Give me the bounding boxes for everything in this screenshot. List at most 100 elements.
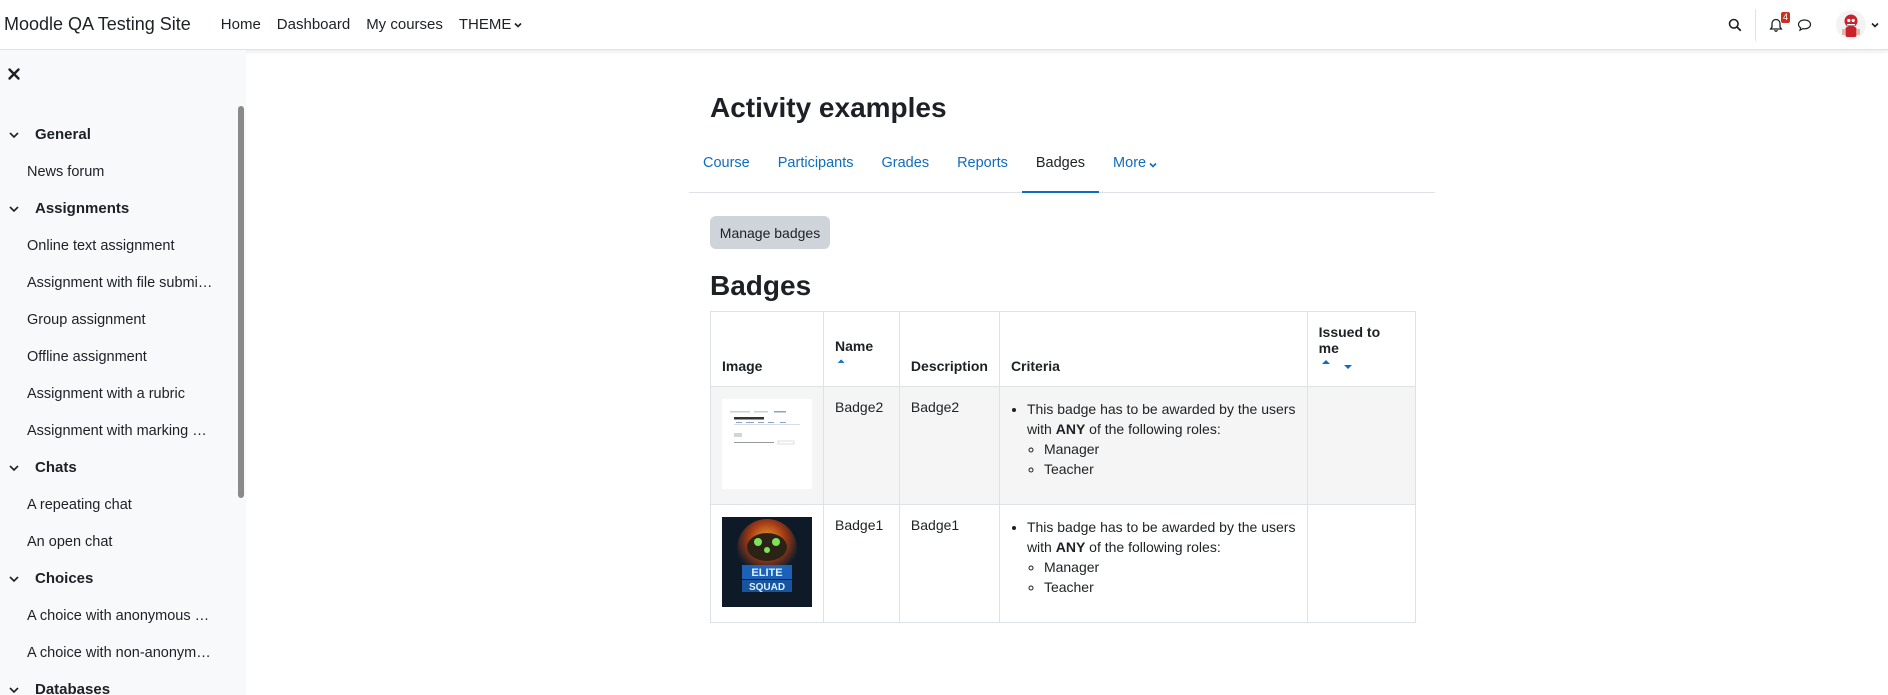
search-icon [1728,18,1742,32]
activity-choice-non-anonymous[interactable]: A choice with non-anonym… [0,634,240,671]
badge-issued-to-me [1306,504,1417,623]
notification-count-badge: 4 [1780,12,1790,23]
criteria-role: Teacher [1044,577,1296,597]
badge2-image[interactable] [722,399,812,489]
svg-text:ELITE: ELITE [751,567,782,579]
tab-label: More [1113,155,1147,171]
messages-button[interactable] [1790,11,1818,39]
chevron-down-icon [1149,162,1157,168]
tab-label: Grades [881,155,930,171]
badge-description: Badge1 [898,504,1000,623]
section-choices[interactable]: Choices [0,560,240,597]
section-title: Choices [35,570,94,587]
section-title: General [35,126,91,143]
badge-name[interactable]: Badge2 [823,386,900,505]
tab-course[interactable]: Course [689,144,764,192]
criteria-role: Teacher [1044,459,1296,479]
tab-label: Course [703,155,750,171]
criteria-any: ANY [1055,539,1086,555]
badge-criteria: This badge has to be awarded by the user… [998,386,1308,505]
tab-label: Badges [1035,155,1086,171]
section-title: Assignments [35,200,130,217]
tab-label: Participants [777,155,854,171]
section-chats[interactable]: Chats [0,449,240,486]
tab-reports[interactable]: Reports [943,144,1022,192]
nav-theme-menu[interactable]: THEME [451,16,532,33]
badge-issued-to-me [1306,386,1417,505]
activity-group-assignment[interactable]: Group assignment [0,301,240,338]
chevron-down-icon [514,22,522,28]
notifications-button[interactable]: 4 [1762,11,1790,39]
tab-label: Reports [957,155,1008,171]
avatar[interactable] [1836,10,1866,40]
navbar-divider [1755,9,1756,41]
badge1-image[interactable]: ELITE SQUAD [722,517,812,607]
section-databases[interactable]: Databases [0,671,240,695]
activity-offline-assignment[interactable]: Offline assignment [0,338,240,375]
sort-icons[interactable] [1319,358,1359,374]
badge-description: Badge2 [898,386,1000,505]
chat-icon [1797,19,1811,32]
badge-name[interactable]: Badge1 [823,504,900,623]
section-assignments[interactable]: Assignments [0,190,240,227]
chevron-down-icon[interactable] [8,462,20,474]
section-title: Chats [35,459,77,476]
activity-open-chat[interactable]: An open chat [0,523,240,560]
activity-repeating-chat[interactable]: A repeating chat [0,486,240,523]
criteria-any: ANY [1055,421,1086,437]
section-general[interactable]: General [0,116,240,153]
sort-ascending-icon[interactable] [835,356,849,368]
header-criteria: Criteria [998,311,1308,387]
top-navbar: Moodle QA Testing Site Home Dashboard My… [0,0,1888,50]
criteria-role: Manager [1044,557,1296,577]
nav-theme-label: THEME [458,16,512,33]
header-name[interactable]: Name [823,311,900,387]
tab-badges[interactable]: Badges [1021,144,1100,193]
chevron-down-icon[interactable] [8,129,20,141]
activity-news-forum[interactable]: News forum [0,153,240,190]
criteria-suffix: of the following roles: [1085,421,1221,437]
tab-participants[interactable]: Participants [764,144,868,192]
activity-assignment-rubric[interactable]: Assignment with a rubric [0,375,240,412]
user-tools: 4 [1721,0,1888,50]
activity-online-text-assignment[interactable]: Online text assignment [0,227,240,264]
course-index: General News forum Assignments Online te… [0,116,240,695]
badges-heading: Badges [710,270,812,301]
nav-home[interactable]: Home [213,16,269,33]
table-row: Badge2 Badge2 This badge has to be award… [710,386,1417,505]
chevron-down-icon[interactable] [8,573,20,585]
badge-criteria: This badge has to be awarded by the user… [998,504,1308,623]
user-menu-chevron-down-icon[interactable] [1870,20,1880,30]
badges-table: Image Name Description Criteria Issued t… [710,311,1417,623]
site-name[interactable]: Moodle QA Testing Site [4,14,191,35]
header-issued-to-me[interactable]: Issued to me [1306,311,1417,387]
criteria-text: This badge has to be awarded by the user… [1027,399,1296,479]
chevron-down-icon[interactable] [8,684,20,695]
nav-my-courses[interactable]: My courses [358,16,451,33]
avatar-image [1836,10,1866,40]
activity-assignment-file-submission[interactable]: Assignment with file submi… [0,264,240,301]
badge-image-cell [710,386,824,505]
drawer-scrollbar[interactable] [238,106,244,498]
page-title: Activity examples [710,92,947,123]
nav-dashboard[interactable]: Dashboard [269,16,358,33]
svg-text:SQUAD: SQUAD [749,582,785,593]
tab-grades[interactable]: Grades [868,144,944,192]
search-button[interactable] [1721,11,1749,39]
activity-assignment-marking[interactable]: Assignment with marking … [0,412,240,449]
section-title: Databases [35,681,111,695]
table-row: ELITE SQUAD Badge1 Badge1 This badge has… [710,504,1417,623]
secondary-navigation: Course Participants Grades Reports Badge… [689,144,1435,193]
manage-badges-button[interactable]: Manage badges [710,216,830,249]
criteria-text: This badge has to be awarded by the user… [1027,517,1296,597]
header-image: Image [710,311,824,387]
criteria-suffix: of the following roles: [1085,539,1221,555]
header-name-label: Name [835,338,874,354]
primary-navigation: Home Dashboard My courses THEME [213,16,532,33]
chevron-down-icon[interactable] [8,203,20,215]
table-header-row: Image Name Description Criteria Issued t… [710,311,1417,387]
activity-choice-anonymous[interactable]: A choice with anonymous … [0,597,240,634]
close-icon[interactable] [6,66,22,82]
header-issued-label: Issued to me [1318,324,1381,356]
tab-more[interactable]: More [1099,144,1172,192]
